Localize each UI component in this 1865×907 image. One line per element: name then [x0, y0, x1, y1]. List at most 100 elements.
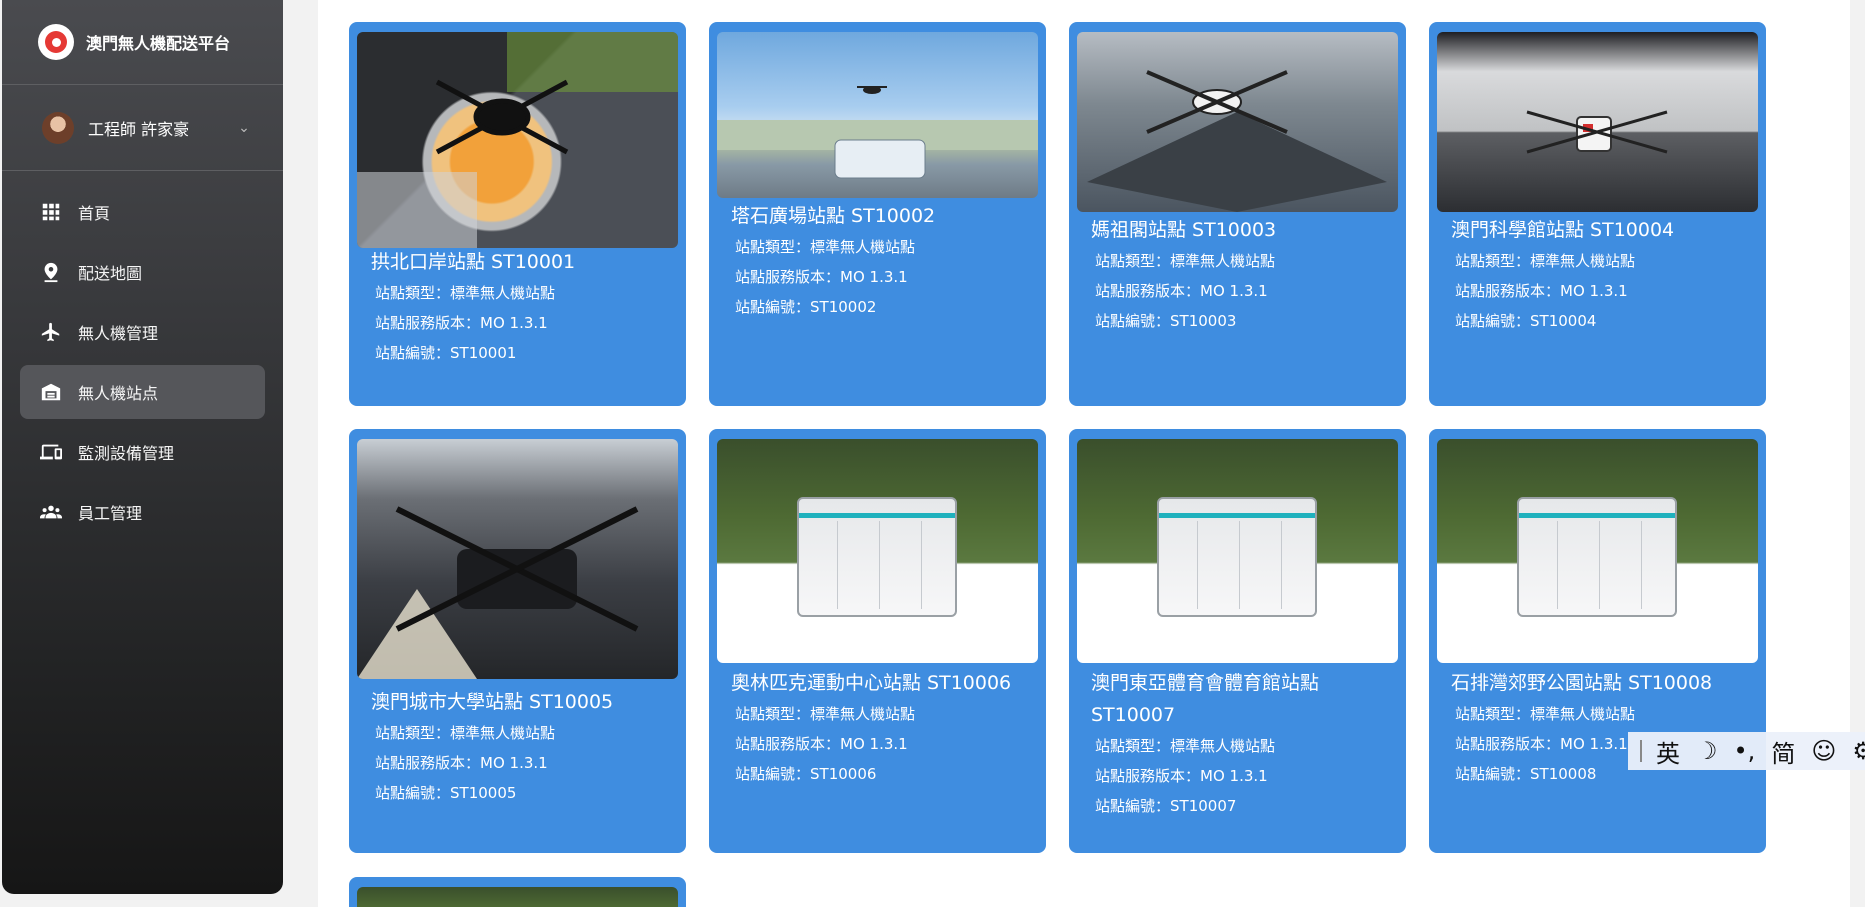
station-code: ST10003	[1170, 312, 1237, 330]
field-label: 站點編號：	[375, 784, 451, 802]
station-type: 標準無人機站點	[450, 724, 556, 742]
devices-icon	[40, 441, 62, 463]
station-photo	[357, 887, 678, 907]
station-type: 標準無人機站點	[810, 238, 916, 256]
station-card[interactable]: 石排灣郊野公園站點 ST10008 站點類型：標準無人機站點 站點服務版本：MO…	[1429, 429, 1766, 853]
station-photo	[1437, 32, 1758, 212]
station-title: 石排灣郊野公園站點 ST10008	[1451, 672, 1713, 694]
field-label: 站點服務版本：	[1095, 767, 1201, 785]
user-menu[interactable]: 工程師 許家豪 ⌄	[2, 85, 283, 171]
field-label: 站點類型：	[375, 724, 451, 742]
sidebar-item-delivery-map[interactable]: 配送地圖	[20, 245, 265, 299]
script-toggle[interactable]: 简	[1771, 734, 1795, 769]
sidebar-item-label: 無人機站点	[78, 384, 159, 403]
map-pin-icon	[40, 261, 62, 283]
moon-icon[interactable]: ☽	[1696, 737, 1718, 765]
field-label: 站點編號：	[1095, 312, 1171, 330]
station-photo	[357, 32, 678, 248]
station-title: 塔石廣場站點 ST10002	[731, 205, 936, 227]
logo-icon	[38, 24, 74, 60]
grid-icon	[40, 201, 62, 223]
station-type: 標準無人機站點	[1170, 737, 1276, 755]
station-code: ST10006	[810, 765, 877, 783]
sidebar-nav: 首頁 配送地圖 無人機管理 無人機站点 監測設備管理 員工管理	[2, 171, 283, 539]
ime-language-toggle[interactable]: 英	[1656, 734, 1680, 769]
main-content: 拱北口岸站點 ST10001 站點類型：標準無人機站點 站點服務版本：MO 1.…	[318, 0, 1850, 907]
station-photo	[357, 439, 678, 679]
station-code: ST10002	[810, 298, 877, 316]
sidebar-item-drone-management[interactable]: 無人機管理	[20, 305, 265, 359]
airplane-icon	[40, 321, 62, 343]
station-version: MO 1.3.1	[1560, 282, 1628, 300]
field-label: 站點編號：	[1455, 765, 1531, 783]
field-label: 站點服務版本：	[1095, 282, 1201, 300]
field-label: 站點編號：	[1095, 797, 1171, 815]
garage-icon	[40, 381, 62, 403]
station-card[interactable]: 塔石廣場站點 ST10002 站點類型：標準無人機站點 站點服務版本：MO 1.…	[709, 22, 1046, 406]
field-label: 站點類型：	[1095, 737, 1171, 755]
sidebar-item-label: 員工管理	[78, 504, 143, 523]
station-type: 標準無人機站點	[1530, 705, 1636, 723]
station-title: 澳門東亞體育會體育館站點 ST10007	[1091, 672, 1320, 726]
station-card[interactable]: 澳門東亞體育會體育館站點 ST10007 站點類型：標準無人機站點 站點服務版本…	[1069, 429, 1406, 853]
people-icon	[40, 501, 62, 523]
field-label: 站點類型：	[375, 284, 451, 302]
emoji-icon[interactable]: ☺	[1811, 737, 1836, 765]
field-label: 站點類型：	[1095, 252, 1171, 270]
station-title: 澳門科學館站點 ST10004	[1451, 219, 1675, 241]
sidebar-item-staff-management[interactable]: 員工管理	[20, 485, 265, 539]
station-type: 標準無人機站點	[1170, 252, 1276, 270]
station-card[interactable]: 澳門城市大學站點 ST10005 站點類型：標準無人機站點 站點服務版本：MO …	[349, 429, 686, 853]
avatar	[42, 111, 74, 144]
sidebar-item-label: 首頁	[78, 204, 111, 223]
field-label: 站點類型：	[1455, 705, 1531, 723]
user-name: 工程師 許家豪	[88, 119, 190, 139]
station-title: 奧林匹克運動中心站點 ST10006	[731, 672, 1012, 694]
station-card[interactable]: 媽祖閣站點 ST10003 站點類型：標準無人機站點 站點服務版本：MO 1.3…	[1069, 22, 1406, 406]
app-title: 澳門無人機配送平台	[86, 34, 231, 53]
station-title: 澳門城市大學站點 ST10005	[371, 691, 614, 713]
station-version: MO 1.3.1	[1560, 735, 1628, 753]
station-card[interactable]: 奧林匹克運動中心站點 ST10006 站點類型：標準無人機站點 站點服務版本：M…	[709, 429, 1046, 853]
field-label: 站點類型：	[735, 238, 811, 256]
station-title: 媽祖閣站點 ST10003	[1091, 219, 1277, 241]
station-version: MO 1.3.1	[1200, 282, 1268, 300]
field-label: 站點服務版本：	[1455, 735, 1561, 753]
station-version: MO 1.3.1	[480, 314, 548, 332]
sidebar-item-drone-stations[interactable]: 無人機站点	[20, 365, 265, 419]
station-photo	[717, 32, 1038, 198]
station-photo	[1437, 439, 1758, 663]
field-label: 站點服務版本：	[735, 268, 841, 286]
field-label: 站點服務版本：	[375, 314, 481, 332]
station-version: MO 1.3.1	[480, 754, 548, 772]
sidebar-item-home[interactable]: 首頁	[20, 185, 265, 239]
sidebar-item-label: 監測設備管理	[78, 444, 175, 463]
brand[interactable]: 澳門無人機配送平台	[2, 0, 283, 85]
ime-toolbar[interactable]: 英 ☽ •, 简 ☺ ⚙	[1628, 732, 1865, 770]
station-photo	[1077, 439, 1398, 663]
punctuation-toggle[interactable]: •,	[1734, 737, 1756, 765]
ime-handle[interactable]	[1640, 740, 1642, 762]
station-code: ST10001	[450, 344, 517, 362]
station-title: 拱北口岸站點 ST10001	[371, 251, 576, 273]
station-card[interactable]: 拱北口岸站點 ST10001 站點類型：標準無人機站點 站點服務版本：MO 1.…	[349, 22, 686, 406]
sidebar-item-monitoring-devices[interactable]: 監測設備管理	[20, 425, 265, 479]
gear-icon[interactable]: ⚙	[1852, 737, 1865, 765]
station-type: 標準無人機站點	[810, 705, 916, 723]
field-label: 站點類型：	[735, 705, 811, 723]
station-version: MO 1.3.1	[840, 268, 908, 286]
station-type: 標準無人機站點	[1530, 252, 1636, 270]
station-code: ST10008	[1530, 765, 1597, 783]
field-label: 站點服務版本：	[375, 754, 481, 772]
sidebar-item-label: 配送地圖	[78, 264, 143, 283]
field-label: 站點編號：	[735, 765, 811, 783]
station-version: MO 1.3.1	[1200, 767, 1268, 785]
sidebar: 澳門無人機配送平台 工程師 許家豪 ⌄ 首頁 配送地圖 無人機管理 無人機站点 …	[2, 0, 283, 894]
station-photo	[1077, 32, 1398, 212]
station-card[interactable]: 澳門科學館站點 ST10004 站點類型：標準無人機站點 站點服務版本：MO 1…	[1429, 22, 1766, 406]
station-type: 標準無人機站點	[450, 284, 556, 302]
chevron-down-icon[interactable]: ⌄	[237, 120, 251, 136]
field-label: 站點類型：	[1455, 252, 1531, 270]
sidebar-item-label: 無人機管理	[78, 324, 159, 343]
station-card[interactable]	[349, 877, 686, 907]
